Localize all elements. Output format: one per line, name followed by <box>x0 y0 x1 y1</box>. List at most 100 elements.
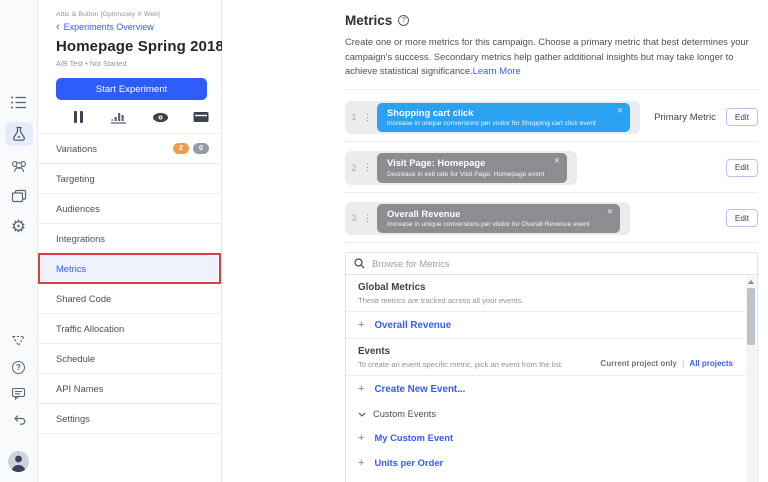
project-breadcrumb: Attic & Button [Optimizely X Web] <box>56 11 161 18</box>
metric-row-actions: Edit <box>725 158 758 177</box>
feedback-icon[interactable] <box>7 383 31 403</box>
metric-option-label: Overall Revenue <box>374 319 452 331</box>
app-screen: ⚙ ? Attic & Button [Optimizely X Web] ‹ … <box>0 0 768 482</box>
rail-top-group: ⚙ <box>4 92 33 236</box>
start-experiment-button[interactable]: Start Experiment <box>56 78 207 100</box>
edit-metric-button[interactable]: Edit <box>725 108 758 127</box>
metric-pill-overall-revenue[interactable]: Overall Revenue Increase in unique conve… <box>377 203 620 234</box>
remove-metric-icon[interactable]: ✕ <box>554 156 560 165</box>
metric-browser-panel: Global Metrics These metrics are tracked… <box>345 275 758 482</box>
funnel-icon[interactable] <box>7 331 31 351</box>
create-new-event-row[interactable]: + Create New Event... <box>346 376 745 402</box>
metric-strip: 2 ⋮ Visit Page: Homepage Decrease in exi… <box>345 151 577 185</box>
metrics-help-icon[interactable]: ? <box>398 15 410 26</box>
experiment-nav: Variations 2 0 Targeting Audiences Integ… <box>38 134 221 434</box>
metric-strip: 3 ⋮ Overall Revenue Increase in unique c… <box>345 201 630 236</box>
gear-glyph: ⚙ <box>10 216 27 236</box>
experiments-overview-link[interactable]: ‹ Experiments Overview <box>56 22 209 33</box>
primary-metric-tag: Primary Metric <box>654 111 716 123</box>
nav-item-traffic-allocation[interactable]: Traffic Allocation <box>38 314 221 344</box>
nav-item-targeting[interactable]: Targeting <box>38 164 221 194</box>
section-title: Events <box>358 346 391 358</box>
nav-label: Traffic Allocation <box>56 323 125 334</box>
edit-metric-button[interactable]: Edit <box>725 209 758 228</box>
page-title: Metrics <box>345 13 393 28</box>
metric-row-actions: Edit <box>725 209 758 228</box>
nav-label: Settings <box>56 413 90 424</box>
metric-browser-list: Global Metrics These metrics are tracked… <box>346 275 757 482</box>
sidebar-header: Attic & Button [Optimizely X Web] ‹ Expe… <box>38 0 224 100</box>
nav-item-settings[interactable]: Settings <box>38 404 221 434</box>
nav-label: Integrations <box>56 233 105 244</box>
nav-item-shared-code[interactable]: Shared Code <box>38 284 221 314</box>
remove-metric-icon[interactable]: ✕ <box>617 106 623 115</box>
nav-item-variations[interactable]: Variations 2 0 <box>38 134 221 164</box>
section-description: To create an event specific metric, pick… <box>358 360 564 370</box>
metric-strip: 1 ⋮ Shopping cart click Increase in uniq… <box>345 100 640 135</box>
help-icon[interactable]: ? <box>7 357 31 377</box>
metric-order-number: 1 <box>351 112 357 123</box>
metric-row-primary: 1 ⋮ Shopping cart click Increase in uniq… <box>345 100 758 143</box>
experiment-toolbar <box>38 100 221 134</box>
nav-item-api-names[interactable]: API Names <box>38 374 221 404</box>
scrollbar-thumb[interactable] <box>747 288 755 346</box>
drag-handle-icon[interactable]: ⋮ <box>363 112 372 123</box>
nav-item-metrics[interactable]: Metrics <box>38 253 221 284</box>
experiment-sidebar: Attic & Button [Optimizely X Web] ‹ Expe… <box>38 0 224 482</box>
event-item-units-per-order[interactable]: + Units per Order <box>346 450 745 475</box>
nav-label: API Names <box>56 383 104 394</box>
metric-search-box <box>345 252 758 276</box>
account-avatar[interactable] <box>8 451 29 472</box>
pause-glyph <box>73 111 83 123</box>
group-label: Custom Events <box>373 409 437 420</box>
variations-count-badge: 2 <box>173 143 189 154</box>
scroll-up-arrow[interactable] <box>746 276 756 287</box>
add-overall-revenue-row[interactable]: + Overall Revenue <box>346 312 745 340</box>
events-section-header: Events To create an event specific metri… <box>346 339 745 377</box>
nav-label: Targeting <box>56 173 95 184</box>
custom-events-group-toggle[interactable]: Custom Events <box>346 402 745 425</box>
events-header-left: Events To create an event specific metri… <box>358 346 600 369</box>
nav-item-integrations[interactable]: Integrations <box>38 224 221 254</box>
filter-divider: | <box>682 359 685 369</box>
plus-icon: + <box>358 319 365 332</box>
remove-metric-icon[interactable]: ✕ <box>607 207 613 216</box>
experiment-status: A/B Test • Not Started <box>56 59 127 68</box>
back-link-label: Experiments Overview <box>63 22 154 32</box>
metric-list: 1 ⋮ Shopping cart click Increase in uniq… <box>345 88 758 244</box>
drag-handle-icon[interactable]: ⋮ <box>363 213 372 224</box>
project-scope-filters: Current project only | All projects <box>600 359 733 369</box>
metric-pill-visit-page-homepage[interactable]: Visit Page: Homepage Decrease in exit ra… <box>377 153 567 183</box>
pages-icon[interactable] <box>7 186 31 206</box>
undo-arrow-icon[interactable] <box>7 409 31 429</box>
nav-item-audiences[interactable]: Audiences <box>38 194 221 224</box>
learn-more-link[interactable]: Learn More <box>473 65 521 76</box>
experiments-flask-icon[interactable] <box>4 122 33 146</box>
settings-gear-icon[interactable]: ⚙ <box>7 216 31 236</box>
edit-metric-button[interactable]: Edit <box>725 158 758 177</box>
metric-row-overall-revenue: 3 ⋮ Overall Revenue Increase in unique c… <box>345 201 758 244</box>
metric-row-actions: Primary Metric Edit <box>654 108 758 127</box>
create-new-event-label: Create New Event... <box>374 383 466 395</box>
nav-item-schedule[interactable]: Schedule <box>38 344 221 374</box>
panel-scrollbar[interactable] <box>746 276 756 482</box>
metric-description: Increase in unique conversions per visit… <box>387 221 590 229</box>
event-item-label: My Custom Event <box>374 432 454 444</box>
nav-label: Metrics <box>56 263 87 274</box>
filter-current-project[interactable]: Current project only <box>600 359 676 368</box>
preview-eye-icon[interactable] <box>150 110 170 124</box>
pause-icon[interactable] <box>68 110 88 124</box>
archive-icon[interactable] <box>191 110 211 124</box>
drag-handle-icon[interactable]: ⋮ <box>363 162 372 173</box>
filter-all-projects[interactable]: All projects <box>689 359 733 368</box>
metrics-main-panel: Metrics ? Create one or more metrics for… <box>222 0 768 482</box>
metric-pill-shopping-cart-click[interactable]: Shopping cart click Increase in unique c… <box>377 102 630 133</box>
projects-list-icon[interactable] <box>7 92 31 112</box>
audiences-icon[interactable] <box>7 156 31 176</box>
metric-order-number: 2 <box>351 162 357 173</box>
results-chart-icon[interactable] <box>109 110 129 124</box>
event-item-my-custom-event[interactable]: + My Custom Event <box>346 425 745 450</box>
event-item-total-pages[interactable]: + Total Pages <box>346 475 745 482</box>
nav-label: Schedule <box>56 353 96 364</box>
browse-metrics-input[interactable] <box>372 258 749 270</box>
